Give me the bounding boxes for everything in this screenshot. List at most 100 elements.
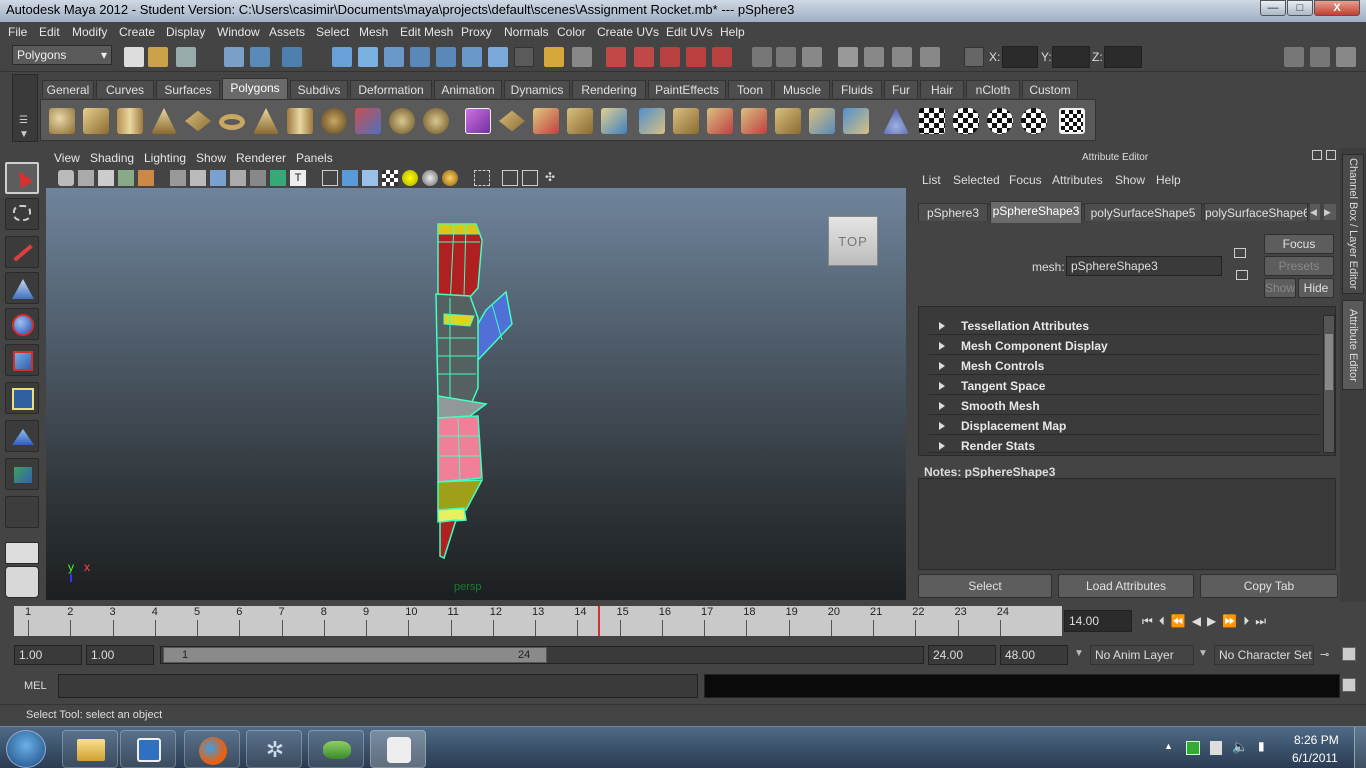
ae-menu-list[interactable]: List [922,173,941,187]
copy-tab-button[interactable]: Copy Tab [1200,574,1338,598]
panel-menu-shading[interactable]: Shading [90,151,134,165]
y-input[interactable] [1052,46,1090,68]
bookmark-icon[interactable] [78,170,94,186]
snap-grid-icon[interactable] [606,47,626,67]
animation-end-field[interactable]: 48.00 [1000,645,1068,665]
flat-shade-icon[interactable] [230,170,246,186]
average-vertices-icon[interactable] [423,108,449,134]
shadows-icon[interactable] [442,170,458,186]
perspective-viewport[interactable]: TOP y x persp [46,188,906,600]
menu-window[interactable]: Window [217,25,260,39]
clock-date[interactable]: 6/1/2011 [1292,751,1338,765]
snap-point-icon[interactable] [660,47,680,67]
tab-animation[interactable]: Animation [434,80,502,98]
animation-start-field[interactable]: 1.00 [14,645,82,665]
menu-edit[interactable]: Edit [39,25,60,39]
show-manipulator-icon[interactable] [5,458,39,490]
key-icon[interactable]: ⊸ [1320,648,1336,662]
node-tab-psphereshape3[interactable]: pSphereShape3 [990,201,1082,223]
lock-selection-icon[interactable] [544,47,564,67]
play-backward-icon[interactable]: ◀ [1192,614,1207,628]
node-tab-psphere3[interactable]: pSphere3 [918,203,988,221]
presets-button[interactable]: Presets [1264,256,1334,276]
textured-icon[interactable] [270,170,286,186]
snap-curve-icon[interactable] [634,47,654,67]
close-panel-icon[interactable] [1326,150,1336,160]
show-button[interactable]: Show [1264,278,1296,298]
tab-deformation[interactable]: Deformation [350,80,432,98]
spherical-mapping-icon[interactable] [987,108,1013,134]
menu-display[interactable]: Display [166,25,205,39]
bounding-box-icon[interactable] [250,170,266,186]
menu-file[interactable]: File [8,25,27,39]
attribute-editor-tab[interactable]: Attribute Editor [1342,300,1364,390]
render-settings-icon[interactable] [920,47,940,67]
node-tab-polysurfaceshape5[interactable]: polySurfaceShape5 [1084,203,1202,221]
range-slider[interactable]: 1 24 [160,646,924,664]
menuset-dropdown[interactable]: Polygons ▾ [12,45,112,65]
chamfer-vertex-icon[interactable] [809,108,835,134]
pick-handles-icon[interactable] [332,47,352,67]
step-forward-key-icon[interactable]: ⏩ [1222,614,1243,628]
menu-help[interactable]: Help [720,25,745,39]
combine-icon[interactable] [321,108,347,134]
poly-cone-icon[interactable] [151,108,177,134]
panel-menu-panels[interactable]: Panels [296,151,333,165]
outliner-layout-icon[interactable] [5,566,39,598]
render-view-icon[interactable] [838,47,858,67]
windows-start-icon[interactable] [6,730,46,768]
tab-scroll-right-icon[interactable]: ▶ [1324,204,1336,220]
panel-menu-view[interactable]: View [54,151,80,165]
ipr-render-icon[interactable] [892,47,912,67]
step-back-key-icon[interactable]: ⏪ [1171,614,1192,628]
pick-curves-icon[interactable] [384,47,404,67]
input-output-icon[interactable] [752,47,772,67]
x-ray-icon[interactable] [362,170,378,186]
render-frame-icon[interactable] [864,47,884,67]
shaded-icon[interactable] [342,170,358,186]
select-button[interactable]: Select [918,574,1052,598]
menu-edit-uvs[interactable]: Edit UVs [666,25,713,39]
menu-color[interactable]: Color [557,25,586,39]
tab-muscle[interactable]: Muscle [774,80,830,98]
pick-rendering-icon[interactable] [488,47,508,67]
bridge-icon[interactable] [533,108,559,134]
gear-icon[interactable]: ☰ [19,115,28,126]
show-desktop-button[interactable] [1354,727,1366,768]
notes-textarea[interactable] [918,478,1336,570]
time-slider[interactable]: 1 2 3 4 5 6 7 8 9 10 11 12 13 14 15 16 17 18 19 20 21 22 23 24 [14,606,1062,636]
tab-rendering[interactable]: Rendering [572,80,646,98]
split-polygon-icon[interactable] [601,108,627,134]
tab-fur[interactable]: Fur [884,80,918,98]
ae-menu-focus[interactable]: Focus [1009,173,1042,187]
poly-cylinder-icon[interactable] [117,108,143,134]
step-back-icon[interactable]: ⏴ [1159,614,1171,628]
smooth-icon[interactable] [389,108,415,134]
close-button[interactable]: X [1314,0,1360,16]
select-object-icon[interactable] [250,47,270,67]
playback-start-field[interactable]: 1.00 [86,645,154,665]
poly-plane-icon[interactable] [185,110,211,132]
pick-joints-icon[interactable] [358,47,378,67]
collapse-icon[interactable] [775,108,801,134]
menu-proxy[interactable]: Proxy [461,25,492,39]
volume-icon[interactable]: 🔈 [1232,739,1248,755]
planar-mapping-icon[interactable] [919,108,945,134]
section-tangent-space[interactable]: Tangent Space [929,377,1319,395]
current-frame-field[interactable]: 14.00 [1064,610,1132,632]
menu-assets[interactable]: Assets [269,25,305,39]
pick-deformations-icon[interactable] [436,47,456,67]
merge-icon[interactable] [707,108,733,134]
cylindrical-mapping-icon[interactable] [953,108,979,134]
show-hidden-icons-icon[interactable]: ▲ [1164,741,1173,751]
starcraft-icon[interactable]: ✲ [246,730,302,768]
menu-edit-mesh[interactable]: Edit Mesh [400,25,453,39]
default-light-icon[interactable] [402,170,418,186]
section-tessellation[interactable]: Tessellation Attributes [929,317,1319,335]
panel-menu-show[interactable]: Show [196,151,226,165]
maya-icon[interactable] [370,730,426,768]
tab-ncloth[interactable]: nCloth [966,80,1020,98]
chevron-down-icon[interactable]: ▼ [19,129,29,140]
wireframe-on-shaded-icon[interactable] [322,170,338,186]
chevron-down-icon[interactable]: ▼ [1198,648,1208,659]
